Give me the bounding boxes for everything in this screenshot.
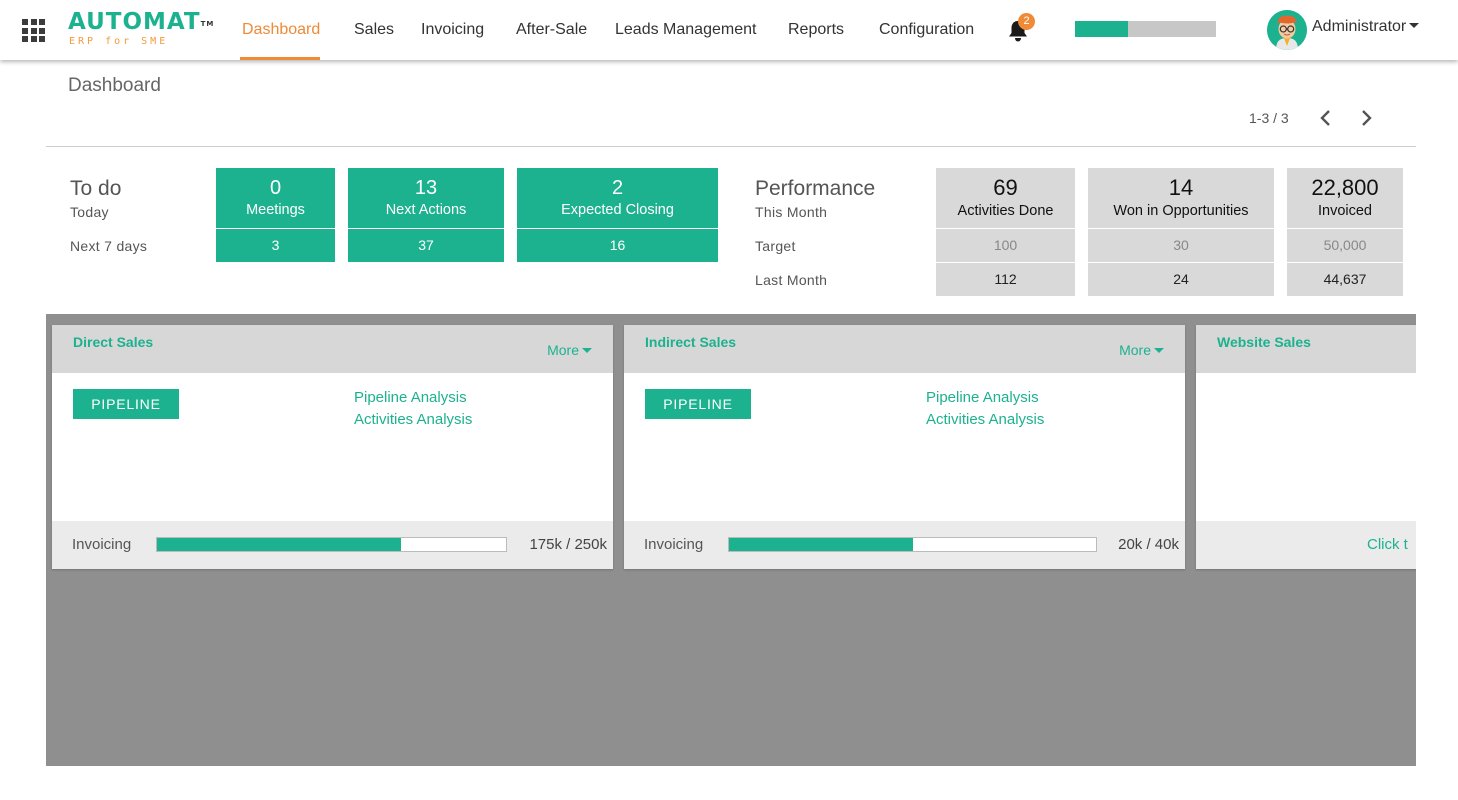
perf-won-last-month: 24 (1088, 263, 1274, 296)
perf-invoiced: 22,800 Invoiced (1287, 168, 1403, 228)
todo-next-actions[interactable]: 13 Next Actions (348, 168, 504, 228)
chevron-down-icon (1154, 347, 1164, 353)
performance-target-label: Target (755, 238, 796, 254)
apps-grid-icon[interactable] (22, 19, 45, 42)
team-name[interactable]: Website Sales (1217, 334, 1311, 350)
team-name[interactable]: Direct Sales (73, 334, 153, 350)
brand-logo[interactable]: AUTOMATTM ERP for SME (68, 8, 214, 48)
invoicing-progress-fill (157, 538, 402, 551)
pipeline-button[interactable]: PIPELINE (73, 389, 179, 419)
invoicing-label: Invoicing (72, 536, 132, 553)
nav-leads-management[interactable]: Leads Management (615, 0, 756, 60)
perf-value: 22,800 (1311, 175, 1379, 200)
card-header: Direct Sales More (52, 325, 613, 373)
logo-tagline: ERP for SME (69, 36, 169, 47)
activities-analysis-link[interactable]: Activities Analysis (926, 411, 1044, 428)
invoicing-value: 175k / 250k (529, 536, 607, 553)
chevron-down-icon (1409, 23, 1420, 29)
perf-value: 14 (1168, 175, 1194, 200)
todo-label: Expected Closing (561, 202, 674, 218)
chevron-down-icon (582, 347, 592, 353)
invoicing-progress-fill (729, 538, 913, 551)
todo-expected-closing[interactable]: 2 Expected Closing (517, 168, 718, 228)
todo-today-label: Today (70, 204, 109, 220)
todo-value: 0 (269, 177, 282, 199)
more-dropdown[interactable]: More (547, 342, 592, 358)
divider (46, 146, 1416, 147)
perf-value: 69 (993, 175, 1018, 200)
logo-text: AUTOMAT (68, 9, 201, 35)
nav-dashboard[interactable]: Dashboard (239, 0, 321, 60)
perf-activities-target[interactable]: 100 (936, 229, 1075, 262)
todo-label: Meetings (246, 202, 305, 218)
pager-value: 1-3 / 3 (1249, 110, 1289, 126)
footer-link[interactable]: Click t (1367, 536, 1408, 553)
top-progress-bar (1075, 21, 1216, 37)
todo-next7-label: Next 7 days (70, 238, 148, 254)
nav-sales[interactable]: Sales (354, 0, 394, 60)
user-avatar[interactable] (1267, 10, 1307, 50)
performance-title: Performance (755, 177, 876, 200)
pipeline-analysis-link[interactable]: Pipeline Analysis (926, 389, 1039, 406)
user-name: Administrator (1312, 18, 1407, 35)
nav-configuration[interactable]: Configuration (879, 0, 974, 60)
top-progress-fill (1075, 21, 1128, 37)
team-card-indirect-sales: Indirect Sales More PIPELINE Pipeline An… (624, 325, 1185, 569)
perf-won-opportunities: 14 Won in Opportunities (1088, 168, 1274, 228)
perf-activities-done: 69 Activities Done (936, 168, 1075, 228)
invoicing-label: Invoicing (644, 536, 704, 553)
perf-label: Won in Opportunities (1113, 203, 1249, 219)
card-footer: Click t (1196, 521, 1416, 569)
top-navbar: AUTOMATTM ERP for SME Dashboard Sales In… (0, 0, 1458, 60)
todo-label: Next Actions (385, 202, 467, 218)
perf-invoiced-last-month: 44,637 (1287, 263, 1403, 296)
more-label: More (547, 342, 579, 358)
team-card-direct-sales: Direct Sales More PIPELINE Pipeline Anal… (52, 325, 613, 569)
page-title: Dashboard (68, 75, 161, 96)
pipeline-analysis-link[interactable]: Pipeline Analysis (354, 389, 467, 406)
todo-value: 13 (414, 177, 438, 199)
nav-reports[interactable]: Reports (788, 0, 844, 60)
todo-title: To do (70, 177, 122, 200)
perf-label: Activities Done (957, 203, 1054, 219)
invoicing-progress-bar[interactable] (156, 537, 507, 552)
more-label: More (1119, 342, 1151, 358)
perf-label: Invoiced (1317, 203, 1372, 219)
invoicing-progress-bar[interactable] (728, 537, 1097, 552)
nav-invoicing[interactable]: Invoicing (421, 0, 484, 60)
todo-next-actions-next7[interactable]: 37 (348, 229, 504, 262)
todo-meetings[interactable]: 0 Meetings (216, 168, 335, 228)
invoicing-value: 20k / 40k (1118, 536, 1179, 553)
card-footer: Invoicing 20k / 40k (624, 521, 1185, 569)
team-name[interactable]: Indirect Sales (645, 334, 736, 350)
card-header: Indirect Sales More (624, 325, 1185, 373)
activities-analysis-link[interactable]: Activities Analysis (354, 411, 472, 428)
notification-badge: 2 (1018, 13, 1035, 30)
team-card-website-sales: Website Sales Click t (1196, 325, 1416, 569)
todo-value: 2 (611, 177, 624, 199)
more-dropdown[interactable]: More (1119, 342, 1164, 358)
perf-won-target[interactable]: 30 (1088, 229, 1274, 262)
user-menu[interactable]: Administrator (1312, 18, 1420, 36)
todo-meetings-next7[interactable]: 3 (216, 229, 335, 262)
pager-next-icon[interactable] (1356, 108, 1376, 128)
todo-expected-closing-next7[interactable]: 16 (517, 229, 718, 262)
card-footer: Invoicing 175k / 250k (52, 521, 613, 569)
perf-invoiced-target[interactable]: 50,000 (1287, 229, 1403, 262)
perf-activities-last-month: 112 (936, 263, 1075, 296)
nav-after-sale[interactable]: After-Sale (516, 0, 587, 60)
performance-last-month-label: Last Month (755, 272, 828, 288)
sales-team-kanban: Direct Sales More PIPELINE Pipeline Anal… (46, 314, 1416, 766)
pipeline-button[interactable]: PIPELINE (645, 389, 751, 419)
logo-trademark: TM (200, 20, 215, 28)
card-header: Website Sales (1196, 325, 1416, 373)
pager-previous-icon[interactable] (1316, 108, 1336, 128)
performance-this-month-label: This Month (755, 204, 828, 220)
